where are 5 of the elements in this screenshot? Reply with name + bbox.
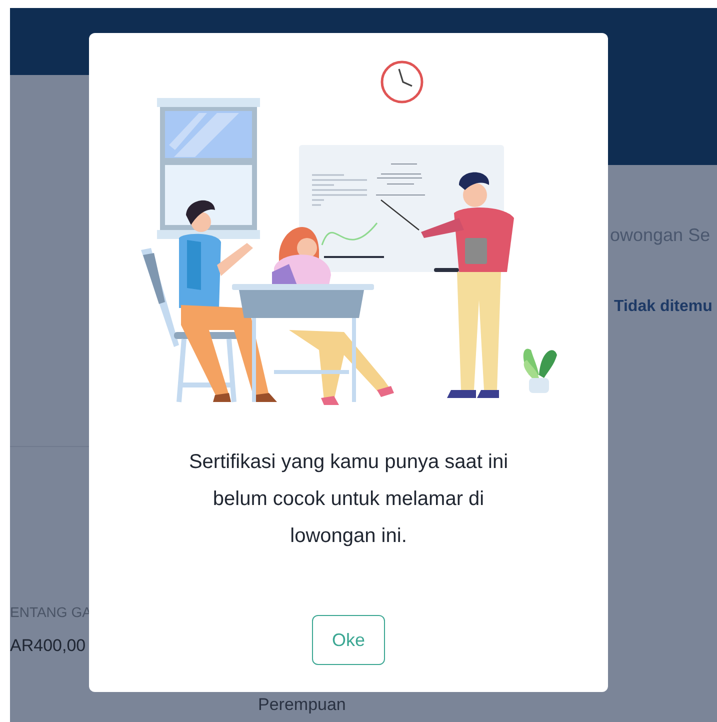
dialog-message: Sertifikasi yang kamu punya saat ini belum cocok untuk melamar di lowongan ini.: [188, 450, 510, 549]
quota-text: Perempuan: [258, 695, 347, 715]
not-found-message: Tidak ditemu: [613, 297, 714, 317]
ok-button[interactable]: Oke: [312, 615, 385, 665]
salary-value: AR400,00: [10, 635, 87, 657]
